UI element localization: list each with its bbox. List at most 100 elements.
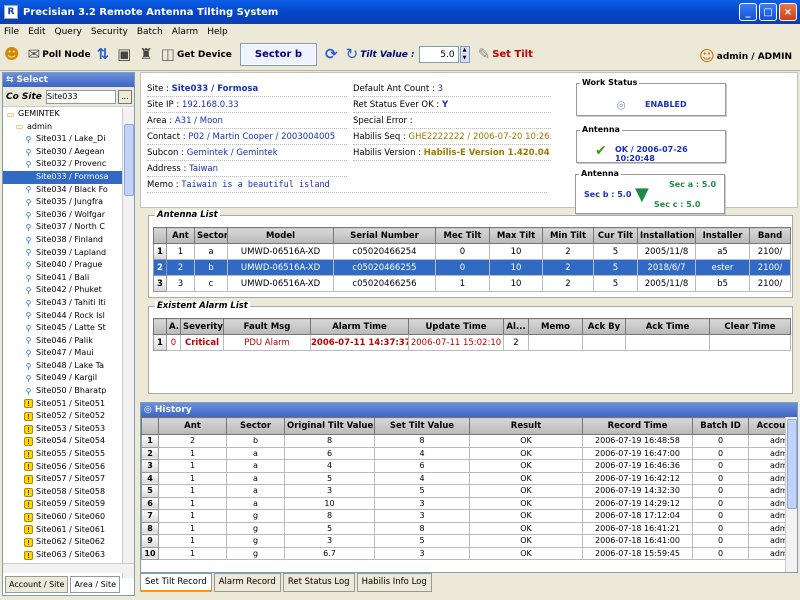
alarm-row[interactable]: 1 0 Critical PDU Alarm 2006-07-11 14:37:37 20…	[153, 334, 791, 351]
antenna-column-header[interactable]: Ant	[166, 227, 195, 244]
alarm-column-header[interactable]: Fault Msg	[223, 318, 311, 335]
cosite-input[interactable]	[45, 89, 116, 104]
tree-item[interactable]: ⚲ Site046 / Palik	[3, 335, 123, 348]
antenna-column-header[interactable]: Band	[749, 227, 791, 244]
history-row-number[interactable]: 1	[141, 434, 159, 448]
history-column-header[interactable]: Sector	[226, 417, 285, 435]
antenna-column-header[interactable]: Installation ...	[637, 227, 696, 244]
history-column-header[interactable]: Set Tilt Value	[374, 417, 470, 435]
tilt-value-input[interactable]	[418, 46, 459, 63]
menu-alarm[interactable]: Alarm	[172, 27, 198, 37]
sector-selector[interactable]: Sector b	[239, 43, 318, 66]
tree-item[interactable]: ! Site052 / Site052	[3, 410, 123, 423]
history-row-number[interactable]: 3	[141, 459, 159, 473]
tree-item[interactable]: ⚲ Site040 / Prague	[3, 259, 123, 272]
minimize-button[interactable]: _	[739, 3, 757, 21]
tree-item[interactable]: ⚲ Site047 / Maui	[3, 347, 123, 360]
tilt-value-spinner[interactable]: ▲ ▼	[459, 46, 470, 63]
tree-item[interactable]: ▭ admin	[3, 121, 123, 134]
history-row[interactable]: 9 1 g 3 5 OK 2006-07-18 16:41:00 0 admin	[141, 534, 797, 548]
alarm-column-header[interactable]: Severity	[180, 318, 224, 335]
menu-security[interactable]: Security	[91, 27, 128, 37]
tree-item[interactable]: ⚲ Site041 / Bali	[3, 272, 123, 285]
antenna-row[interactable]: 3 3 c UMWD-06516A-XD c05020466256 1 10 2 5 2005/1…	[153, 275, 791, 292]
tree-item[interactable]: ! Site058 / Site058	[3, 486, 123, 499]
tree-item[interactable]: ⚲ Site036 / Wolfgar	[3, 209, 123, 222]
history-scroll-thumb[interactable]	[787, 419, 797, 509]
tree-item[interactable]: ! Site051 / Site051	[3, 398, 123, 411]
tab-account-site[interactable]: Account / Site	[5, 576, 69, 593]
antenna-column-header[interactable]: Max Tilt	[489, 227, 543, 244]
tree-item[interactable]: ! Site061 / Site061	[3, 524, 123, 537]
scroll-thumb[interactable]	[124, 124, 134, 196]
tree-item[interactable]: ! Site062 / Site062	[3, 536, 123, 549]
tree-item[interactable]: ! Site060 / Site060	[3, 511, 123, 524]
users-tool-button[interactable]: ☻	[4, 47, 22, 62]
tab-alarm-record[interactable]: Alarm Record	[213, 573, 281, 592]
history-column-header[interactable]: Result	[469, 417, 583, 435]
history-scrollbar[interactable]	[785, 417, 797, 572]
menu-query[interactable]: Query	[55, 27, 82, 37]
history-row[interactable]: 10 1 g 6.7 3 OK 2006-07-18 15:59:45 0 admin	[141, 546, 797, 560]
tree-item[interactable]: ▭ GEMINTEK	[3, 108, 123, 121]
history-column-header[interactable]: Record Time	[582, 417, 693, 435]
history-row[interactable]: 6 1 a 10 3 OK 2006-07-19 14:29:12 0 admin	[141, 496, 797, 510]
antenna-row-number[interactable]: 1	[153, 243, 167, 260]
device-tool-button[interactable]: ▣	[117, 47, 133, 62]
tree-item[interactable]: ⚲ Site037 / North C	[3, 221, 123, 234]
alarm-column-header[interactable]: Update Time	[408, 318, 504, 335]
antenna-column-header[interactable]: Model	[227, 227, 334, 244]
history-row[interactable]: 5 1 a 3 5 OK 2006-07-19 14:32:30 0 admin	[141, 484, 797, 498]
tab-habilis-info-log[interactable]: Habilis Info Log	[356, 573, 432, 592]
tree-item[interactable]: ⚲ Site039 / Lapland	[3, 247, 123, 260]
tree-item[interactable]: ! Site053 / Site053	[3, 423, 123, 436]
refresh-button[interactable]: ⟳	[325, 47, 340, 62]
tree-item[interactable]: ! Site054 / Site054	[3, 435, 123, 448]
tree-item[interactable]: ⚲ Site034 / Black Fo	[3, 184, 123, 197]
history-column-header[interactable]: Batch ID	[692, 417, 749, 435]
tree-item[interactable]: ⚲ Site033 / Formosa	[3, 170, 123, 184]
tree-item[interactable]: ⚲ Site035 / Jungfra	[3, 196, 123, 209]
antenna-column-header[interactable]: Installer	[695, 227, 750, 244]
tree-item[interactable]: ⚲ Site045 / Latte St	[3, 322, 123, 335]
antenna-column-header[interactable]: Min Tilt	[542, 227, 594, 244]
tree-item[interactable]: ⚲ Site044 / Rock Isl	[3, 310, 123, 323]
history-row[interactable]: 2 1 a 6 4 OK 2006-07-19 16:47:00 0 admin	[141, 446, 797, 460]
history-row-number[interactable]: 2	[141, 446, 159, 460]
history-row[interactable]: 3 1 a 4 6 OK 2006-07-19 16:46:36 0 admin	[141, 459, 797, 473]
history-row-number[interactable]: 10	[141, 546, 159, 560]
tree-hscrollbar[interactable]	[3, 563, 134, 573]
history-row-number[interactable]: 6	[141, 496, 159, 510]
history-row-number[interactable]: 5	[141, 484, 159, 498]
tree-item[interactable]: ! Site057 / Site057	[3, 473, 123, 486]
menu-file[interactable]: File	[4, 27, 19, 37]
alarm-column-header[interactable]: A...	[166, 318, 181, 335]
history-row[interactable]: 8 1 g 5 8 OK 2006-07-18 16:41:21 0 admin	[141, 521, 797, 535]
tree-item[interactable]: ! Site063 / Site063	[3, 549, 123, 562]
tab-ret-status-log[interactable]: Ret Status Log	[282, 573, 355, 592]
tree-item[interactable]: ⚲ Site031 / Lake_Di	[3, 133, 123, 146]
tree-scrollbar[interactable]	[122, 108, 134, 578]
history-row-number[interactable]: 8	[141, 521, 159, 535]
alarm-tool-button[interactable]: ♜	[139, 47, 154, 62]
cosite-browse-button[interactable]: ...	[117, 89, 132, 104]
antenna-row-number[interactable]: 2	[153, 259, 167, 276]
tree-item[interactable]: ! Site055 / Site055	[3, 448, 123, 461]
menu-batch[interactable]: Batch	[137, 27, 163, 37]
transfer-button[interactable]: ⇅	[97, 47, 112, 62]
set-tilt-button[interactable]: ✎ Set Tilt	[478, 47, 533, 62]
alarm-column-header[interactable]: Clear Time	[709, 318, 791, 335]
tree-item[interactable]: ! Site059 / Site059	[3, 498, 123, 511]
history-column-header[interactable]: Original Tilt Value	[284, 417, 375, 435]
tree-item[interactable]: ⚲ Site038 / Finland	[3, 234, 123, 247]
alarm-row-number[interactable]: 1	[153, 334, 167, 351]
get-device-button[interactable]: ◫ Get Device	[161, 47, 232, 62]
tree-item[interactable]: ⚲ Site050 / Bharatp	[3, 385, 123, 398]
antenna-row[interactable]: 2 2 b UMWD-06516A-XD c05020466255 0 10 2 5 2018/6…	[153, 259, 791, 276]
maximize-button[interactable]: □	[759, 3, 777, 21]
antenna-row[interactable]: 1 1 a UMWD-06516A-XD c05020466254 0 10 2 5 2005/1…	[153, 243, 791, 260]
history-row-number[interactable]: 4	[141, 471, 159, 485]
menu-help[interactable]: Help	[207, 27, 228, 37]
antenna-column-header[interactable]: Cur Tilt	[593, 227, 638, 244]
history-row[interactable]: 7 1 g 8 3 OK 2006-07-18 17:12:04 0 admin	[141, 509, 797, 523]
